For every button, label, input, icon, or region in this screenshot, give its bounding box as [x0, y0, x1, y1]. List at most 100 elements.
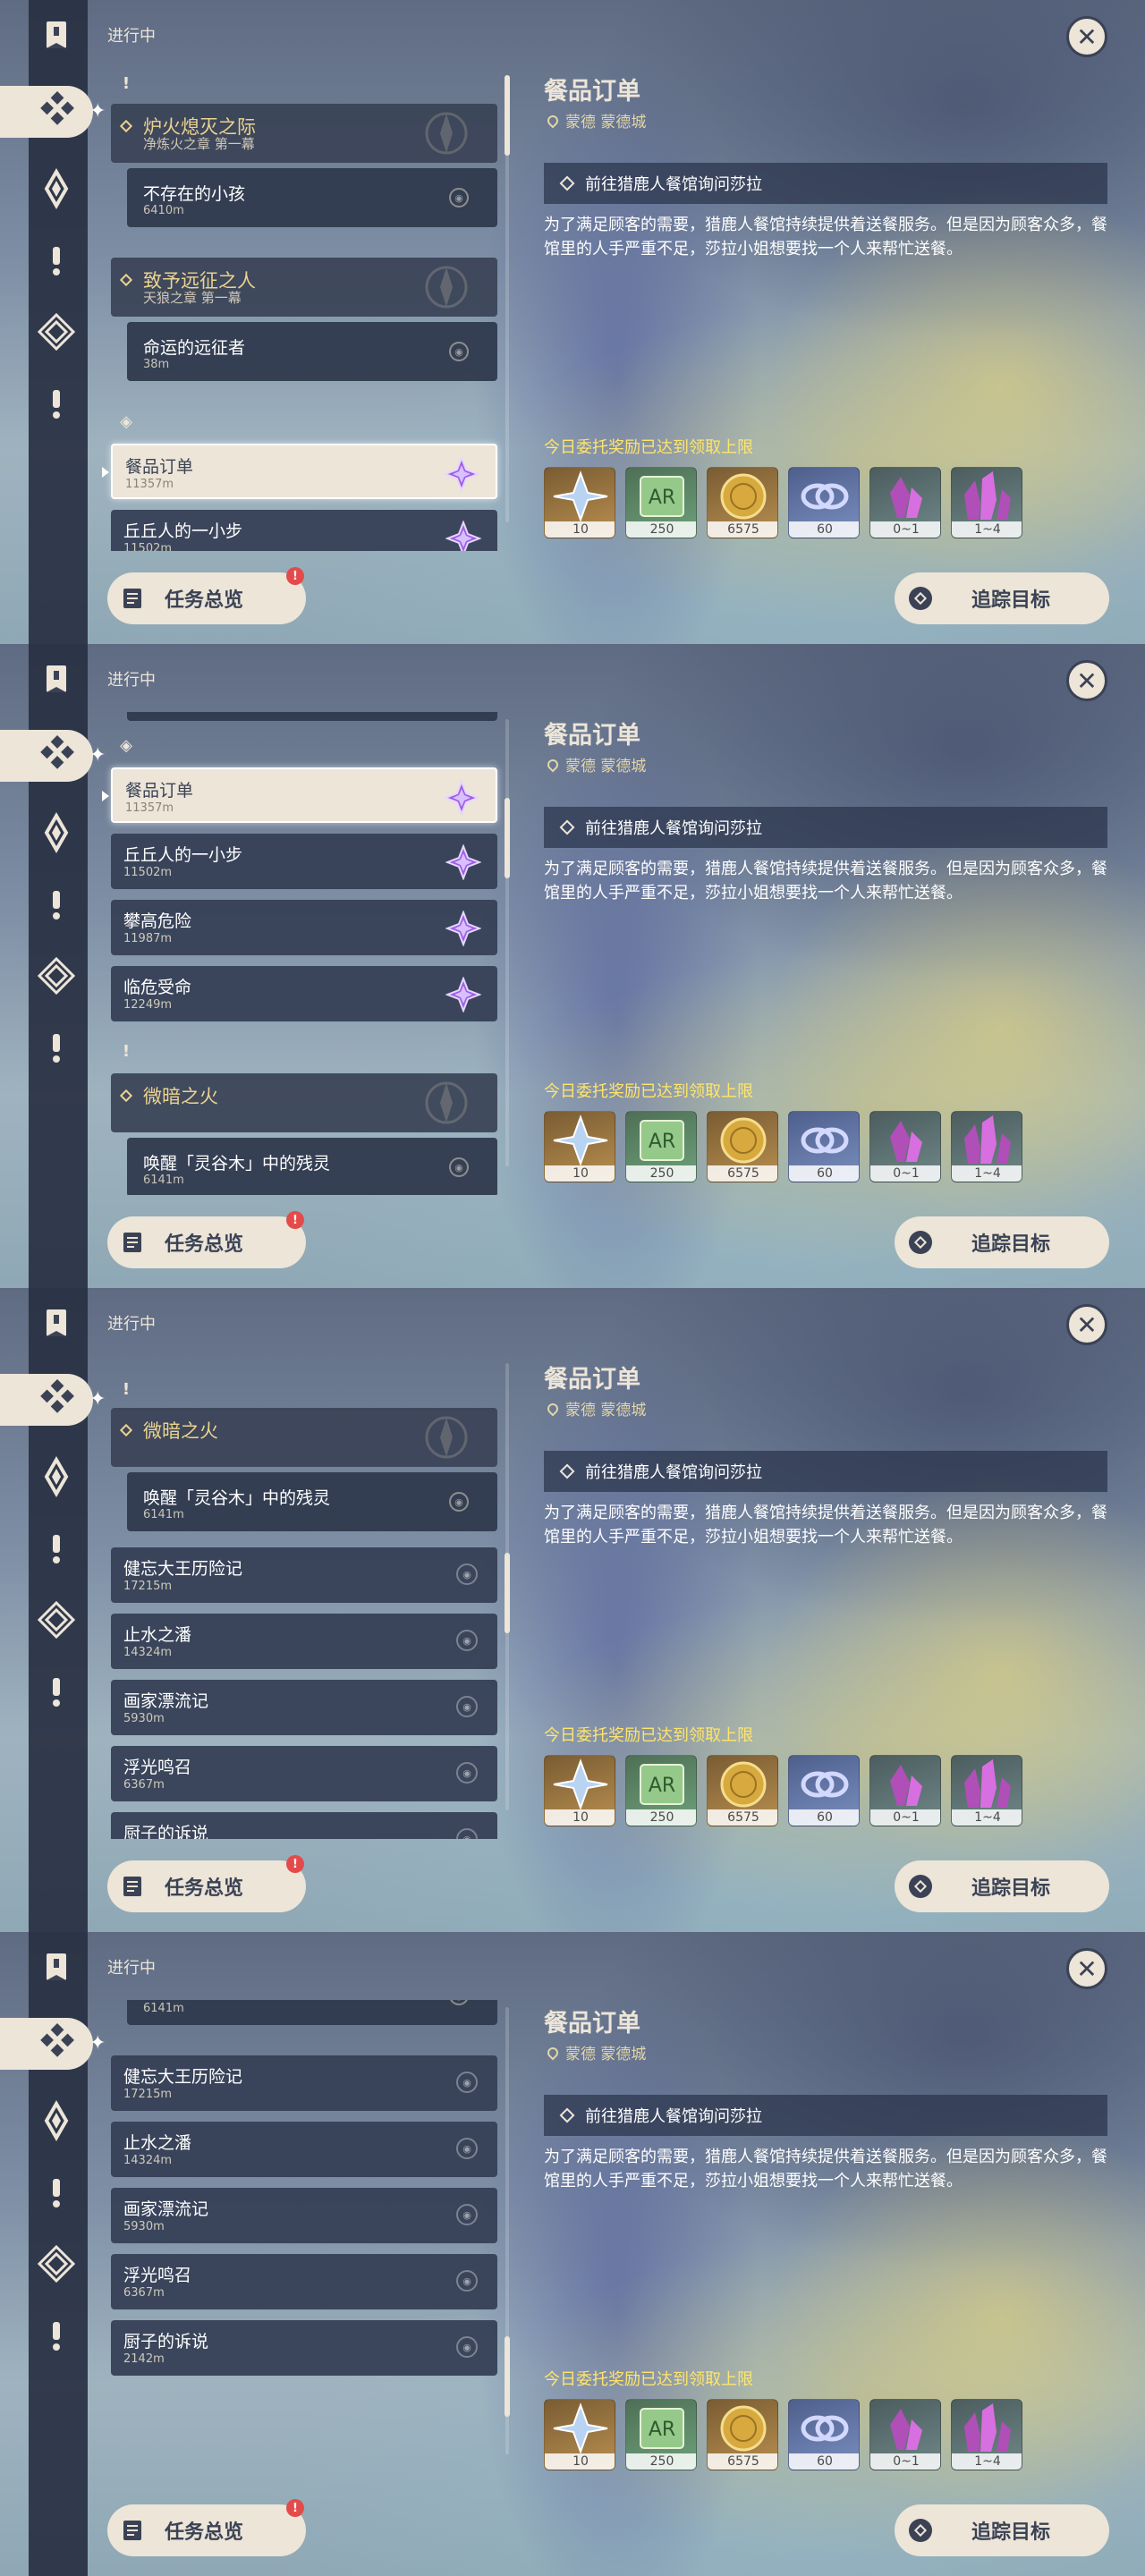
location-pin-icon[interactable]: ◉: [456, 2072, 478, 2093]
reward-item[interactable]: 60: [788, 1111, 860, 1182]
commission-item[interactable]: 临危受命 12249m: [111, 966, 497, 1021]
reward-item[interactable]: 6575: [707, 1111, 778, 1182]
world-quest-item[interactable]: 厨子的诉说2142m◉: [111, 2320, 497, 2376]
location-pin-icon[interactable]: ◉: [456, 1563, 478, 1585]
scrollbar-thumb[interactable]: [505, 2336, 510, 2417]
reward-item[interactable]: 6575: [707, 1755, 778, 1826]
scrollbar-thumb[interactable]: [505, 1553, 510, 1633]
reward-item[interactable]: 10: [544, 1755, 615, 1826]
location-pin-icon[interactable]: ◉: [449, 1492, 469, 1512]
tab-archon-quest-tab[interactable]: [34, 2100, 79, 2145]
reward-item[interactable]: 0~1: [869, 467, 941, 538]
location-pin-icon[interactable]: ◉: [449, 2000, 469, 2005]
reward-item[interactable]: 60: [788, 467, 860, 538]
reward-item[interactable]: 0~1: [869, 2399, 941, 2470]
reward-item[interactable]: 1~4: [951, 467, 1022, 538]
reward-item[interactable]: AR 250: [625, 1755, 697, 1826]
quest-group[interactable]: 微暗之火: [111, 1408, 497, 1467]
commission-item[interactable]: 丘丘人的一小步 11502m: [111, 834, 497, 889]
tab-all-quests-tab[interactable]: [0, 1374, 93, 1426]
close-button[interactable]: ✕: [1066, 1948, 1107, 1989]
tab-commission-tab[interactable]: [34, 955, 79, 1000]
location-pin-icon[interactable]: ◉: [456, 2270, 478, 2292]
quest-step[interactable]: 不存在的小孩 6410m ◉: [127, 168, 497, 227]
tab-story-quest-tab[interactable]: [34, 1528, 79, 1572]
quest-step[interactable]: 唤醒「灵谷木」中的残灵6141m ◉: [127, 1472, 497, 1531]
world-quest-item[interactable]: 画家漂流记 5930m ◉: [111, 2188, 497, 2243]
quest-list[interactable]: ! 炉火熄灭之际 净炼火之章 第一幕 不存在的小孩 6410m ◉ 致予远征之人 天狼之章 第…: [102, 68, 505, 551]
tab-world-quest-tab[interactable]: [34, 383, 79, 428]
tab-story-quest-tab[interactable]: [34, 240, 79, 284]
scrollbar-track[interactable]: [505, 719, 509, 1166]
location-pin-icon[interactable]: ◉: [456, 1696, 478, 1717]
reward-item[interactable]: AR 250: [625, 467, 697, 538]
track-objective-button[interactable]: 追踪目标: [895, 2504, 1109, 2556]
close-button[interactable]: ✕: [1066, 660, 1107, 701]
location-pin-icon[interactable]: ◉: [456, 1762, 478, 1784]
commission-item[interactable]: 餐品订单 11357m: [102, 444, 497, 499]
location-pin-icon[interactable]: ◉: [449, 342, 469, 361]
location-pin-icon[interactable]: ◉: [456, 1630, 478, 1651]
quest-list[interactable]: ! 微暗之火 唤醒「灵谷木」中的残灵 6141m ◉ 健忘大王历险记 17215m ◉ 止水之潘…: [102, 1356, 505, 1839]
reward-item[interactable]: 0~1: [869, 1755, 941, 1826]
world-quest-item[interactable]: 厨子的诉说2142m◉: [111, 1812, 497, 1839]
scrollbar-thumb[interactable]: [505, 798, 510, 878]
reward-item[interactable]: 6575: [707, 467, 778, 538]
reward-item[interactable]: 6575: [707, 2399, 778, 2470]
location-pin-icon[interactable]: ◉: [456, 1828, 478, 1839]
reward-item[interactable]: AR 250: [625, 1111, 697, 1182]
quest-overview-button[interactable]: 任务总览!: [107, 1855, 306, 1912]
tab-commission-tab[interactable]: [34, 2243, 79, 2288]
location-pin-icon[interactable]: ◉: [449, 188, 469, 208]
world-quest-item[interactable]: 浮光鸣召 6367m ◉: [111, 2254, 497, 2309]
tab-legend-quest-tab[interactable]: [34, 1302, 79, 1347]
commission-item[interactable]: 攀高危险 11987m: [111, 900, 497, 955]
quest-group[interactable]: 炉火熄灭之际 净炼火之章 第一幕: [111, 104, 497, 163]
tab-legend-quest-tab[interactable]: [34, 658, 79, 703]
reward-item[interactable]: 10: [544, 2399, 615, 2470]
tab-commission-tab[interactable]: [34, 1599, 79, 1644]
track-objective-button[interactable]: 追踪目标: [895, 1216, 1109, 1268]
quest-overview-button[interactable]: 任务总览!: [107, 2499, 306, 2556]
tab-legend-quest-tab[interactable]: [34, 1946, 79, 1991]
world-quest-item[interactable]: 健忘大王历险记 17215m ◉: [111, 1547, 497, 1603]
quest-overview-button[interactable]: 任务总览!: [107, 1211, 306, 1268]
tab-archon-quest-tab[interactable]: [34, 1456, 79, 1501]
tab-story-quest-tab[interactable]: [34, 2172, 79, 2216]
quest-overview-button[interactable]: 任务总览!: [107, 567, 306, 624]
reward-item[interactable]: 10: [544, 467, 615, 538]
tab-archon-quest-tab[interactable]: [34, 812, 79, 857]
scrollbar-thumb[interactable]: [505, 75, 510, 156]
quest-step[interactable]: 唤醒「灵谷木」中的残灵6141m ◉: [127, 1138, 497, 1195]
reward-item[interactable]: 1~4: [951, 2399, 1022, 2470]
location-pin-icon[interactable]: ◉: [456, 2204, 478, 2225]
tab-all-quests-tab[interactable]: [0, 2018, 93, 2070]
quest-group[interactable]: 致予远征之人 天狼之章 第一幕: [111, 258, 497, 317]
reward-item[interactable]: 0~1: [869, 1111, 941, 1182]
tab-story-quest-tab[interactable]: [34, 884, 79, 928]
reward-item[interactable]: 10: [544, 1111, 615, 1182]
tab-commission-tab[interactable]: [34, 311, 79, 356]
tab-all-quests-tab[interactable]: [0, 86, 93, 138]
world-quest-item[interactable]: 止水之潘 14324m ◉: [111, 1614, 497, 1669]
reward-item[interactable]: AR 250: [625, 2399, 697, 2470]
reward-item[interactable]: 1~4: [951, 1111, 1022, 1182]
world-quest-item[interactable]: 画家漂流记 5930m ◉: [111, 1680, 497, 1735]
track-objective-button[interactable]: 追踪目标: [895, 1860, 1109, 1912]
quest-step[interactable]: [127, 712, 497, 721]
quest-step[interactable]: 命运的远征者 38m ◉: [127, 322, 497, 381]
tab-archon-quest-tab[interactable]: [34, 168, 79, 213]
quest-list[interactable]: 唤醒「灵谷木」中的残灵6141m◉健忘大王历险记17215m◉止水之潘14324…: [102, 2000, 505, 2483]
tab-world-quest-tab[interactable]: [34, 1671, 79, 1716]
reward-item[interactable]: 1~4: [951, 1755, 1022, 1826]
world-quest-item[interactable]: 健忘大王历险记 17215m ◉: [111, 2055, 497, 2111]
commission-item[interactable]: 餐品订单 11357m: [102, 767, 497, 823]
world-quest-item[interactable]: 浮光鸣召 6367m ◉: [111, 1746, 497, 1801]
reward-item[interactable]: 60: [788, 1755, 860, 1826]
location-pin-icon[interactable]: ◉: [449, 1157, 469, 1177]
tab-world-quest-tab[interactable]: [34, 1027, 79, 1072]
quest-group[interactable]: 微暗之火: [111, 1073, 497, 1132]
location-pin-icon[interactable]: ◉: [456, 2138, 478, 2159]
quest-list[interactable]: ◈ 餐品订单 11357m 丘丘人的一小步 11502m 攀高危险 11987m 临危受命 12…: [102, 712, 505, 1195]
close-button[interactable]: ✕: [1066, 1304, 1107, 1345]
